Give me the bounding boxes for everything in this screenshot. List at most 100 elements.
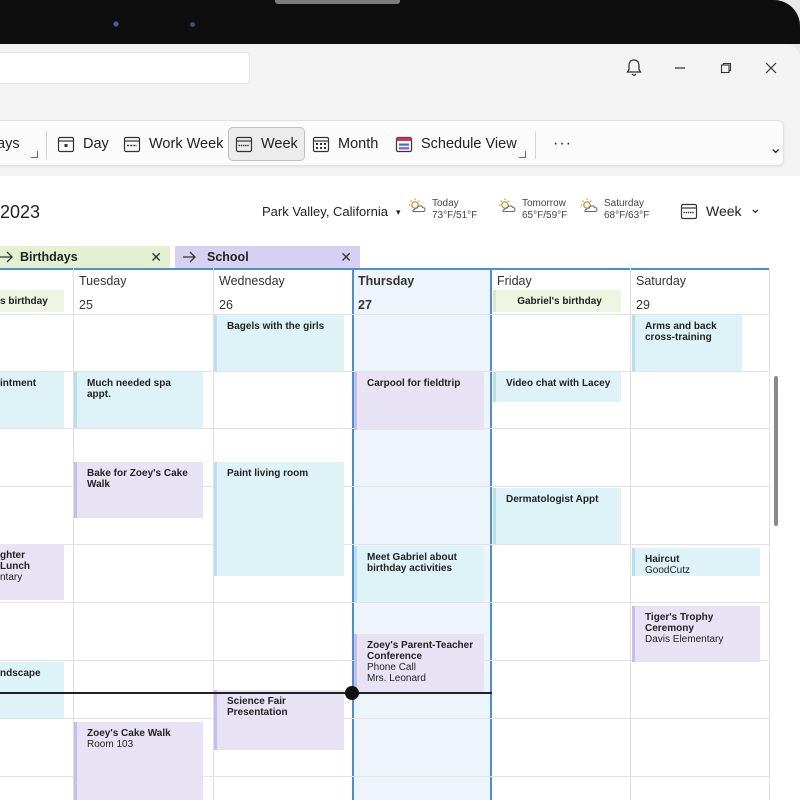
- location-selector[interactable]: Park Valley, California ▾: [262, 204, 401, 219]
- event-title: intment: [0, 378, 37, 389]
- weather-today[interactable]: Today 73°F/51°F: [408, 198, 477, 222]
- event-card[interactable]: intment: [0, 372, 64, 428]
- event-title: Gabriel's birthday: [517, 296, 602, 307]
- day-header-saturday[interactable]: Saturday: [636, 274, 686, 288]
- event-card[interactable]: Bake for Zoey's Cake Walk: [74, 462, 203, 518]
- weather-day-label: Tomorrow: [522, 198, 566, 209]
- event-title: ghter Lunch: [0, 550, 30, 572]
- event-title: Conference: [367, 651, 423, 662]
- event-detail: Davis Elementary: [645, 634, 724, 645]
- event-card[interactable]: Bagels with the girls: [214, 315, 344, 371]
- ribbon-item-days[interactable]: ays: [0, 127, 26, 161]
- schedule-view-button[interactable]: Schedule View: [389, 127, 523, 161]
- close-chip-icon[interactable]: ✕: [150, 249, 162, 266]
- partly-sunny-icon: [499, 198, 516, 212]
- calendar-chip-birthdays[interactable]: Birthdays ✕: [0, 246, 170, 268]
- hour-line: [0, 544, 770, 545]
- weather-day-label: Today: [432, 198, 459, 209]
- event-card[interactable]: ndscape: [0, 662, 64, 718]
- week-view-button[interactable]: Week: [228, 127, 305, 161]
- event-card[interactable]: s birthday: [0, 290, 64, 312]
- day-header-thursday[interactable]: Thursday: [358, 274, 414, 288]
- work-week-view-label: Work Week: [149, 136, 224, 152]
- schedule-view-icon: [395, 136, 413, 153]
- ribbon-separator: [535, 131, 536, 159]
- sensor-icon: [190, 22, 195, 27]
- close-icon[interactable]: [757, 54, 785, 82]
- restore-icon[interactable]: [712, 54, 740, 82]
- day-number[interactable]: 26: [219, 298, 233, 312]
- event-card[interactable]: Science Fair Presentation: [214, 690, 344, 750]
- event-card[interactable]: Carpool for fieldtrip: [354, 372, 484, 430]
- event-title: Science Fair Presentation: [227, 696, 288, 718]
- ribbon-toolbar: ays Day Work Week Week Month Schedule Vi…: [0, 120, 784, 166]
- chip-label: Birthdays: [20, 250, 78, 264]
- arrow-right-icon: [0, 251, 13, 263]
- ribbon-item-label: ays: [0, 136, 20, 152]
- event-title: Zoey's Cake Walk: [87, 728, 171, 739]
- calendar-day-icon: [57, 136, 75, 153]
- view-selector[interactable]: Week ⌄: [680, 200, 761, 220]
- column-divider: [73, 268, 74, 800]
- work-week-view-button[interactable]: Work Week: [117, 127, 229, 161]
- event-card[interactable]: Meet Gabriel about birthday activities: [354, 546, 484, 602]
- scrollbar-thumb[interactable]: [774, 376, 778, 526]
- event-title: Bagels with the girls: [227, 321, 325, 332]
- chip-label: School: [207, 250, 249, 264]
- event-card[interactable]: Tiger's Trophy Ceremony Davis Elementary: [632, 606, 760, 662]
- event-card[interactable]: Video chat with Lacey: [493, 372, 621, 402]
- day-number[interactable]: 25: [79, 298, 93, 312]
- close-chip-icon[interactable]: ✕: [340, 249, 352, 266]
- minimize-icon[interactable]: [666, 54, 694, 82]
- day-view-button[interactable]: Day: [51, 127, 115, 161]
- event-card[interactable]: Arms and back cross-training: [632, 315, 742, 371]
- event-title: Zoey's Parent-Teacher: [367, 640, 474, 651]
- event-detail: ntary: [0, 572, 23, 583]
- event-card[interactable]: Paint living room: [214, 462, 344, 576]
- calendar-chip-school[interactable]: School ✕: [175, 246, 360, 268]
- location-label: Park Valley, California: [262, 204, 388, 219]
- search-input[interactable]: [0, 52, 250, 84]
- event-title: Haircut: [645, 554, 680, 565]
- partly-sunny-icon: [409, 198, 426, 212]
- day-number[interactable]: 29: [636, 298, 650, 312]
- device-bezel: [0, 0, 800, 44]
- expand-corner-icon[interactable]: [519, 151, 526, 158]
- week-view-label: Week: [261, 136, 298, 152]
- event-title: Video chat with Lacey: [506, 378, 611, 389]
- ribbon-collapse-chevron-icon[interactable]: ⌄: [763, 131, 788, 165]
- event-title: Paint living room: [227, 468, 309, 479]
- weather-tomorrow[interactable]: Tomorrow 65°F/59°F: [498, 198, 567, 222]
- month-view-label: Month: [338, 136, 379, 152]
- expand-corner-icon[interactable]: [31, 151, 38, 158]
- year-title: 2023: [0, 202, 41, 222]
- event-title: Meet Gabriel about: [367, 552, 458, 563]
- camera-icon: [112, 20, 122, 30]
- day-number[interactable]: 27: [358, 298, 372, 312]
- event-card[interactable]: Zoey's Parent-Teacher Conference Phone Cal…: [354, 634, 484, 692]
- event-title: Bake for Zoey's Cake Walk: [87, 468, 188, 490]
- event-card[interactable]: Zoey's Cake Walk Room 103: [74, 722, 203, 800]
- day-header-tuesday[interactable]: Tuesday: [79, 274, 126, 288]
- event-title: Tiger's Trophy Ceremony: [645, 612, 714, 634]
- title-bar: [0, 44, 800, 120]
- event-card[interactable]: Much needed spa appt.: [74, 372, 203, 428]
- day-header-wednesday[interactable]: Wednesday: [219, 274, 285, 288]
- event-card[interactable]: Gabriel's birthday: [493, 290, 621, 312]
- calendar-week-icon: [235, 136, 253, 153]
- month-view-button[interactable]: Month: [306, 127, 384, 161]
- event-detail: Mrs. Leonard: [367, 673, 426, 684]
- today-column-highlight: [352, 268, 492, 800]
- more-options-button[interactable]: ···: [547, 127, 578, 161]
- current-time-indicator: [345, 686, 359, 700]
- event-detail: Phone Call: [367, 662, 416, 673]
- day-header-friday[interactable]: Friday: [497, 274, 532, 288]
- event-title: ndscape: [0, 668, 41, 679]
- weather-saturday[interactable]: Saturday 68°F/63°F: [580, 198, 649, 222]
- event-title: cross-training: [645, 332, 712, 343]
- event-card[interactable]: Haircut GoodCutz: [632, 548, 760, 576]
- event-card[interactable]: ghter Lunch ntary: [0, 544, 64, 600]
- bell-icon[interactable]: [620, 54, 648, 82]
- calendar-work-week-icon: [123, 136, 141, 153]
- event-card[interactable]: Dermatologist Appt: [493, 488, 621, 544]
